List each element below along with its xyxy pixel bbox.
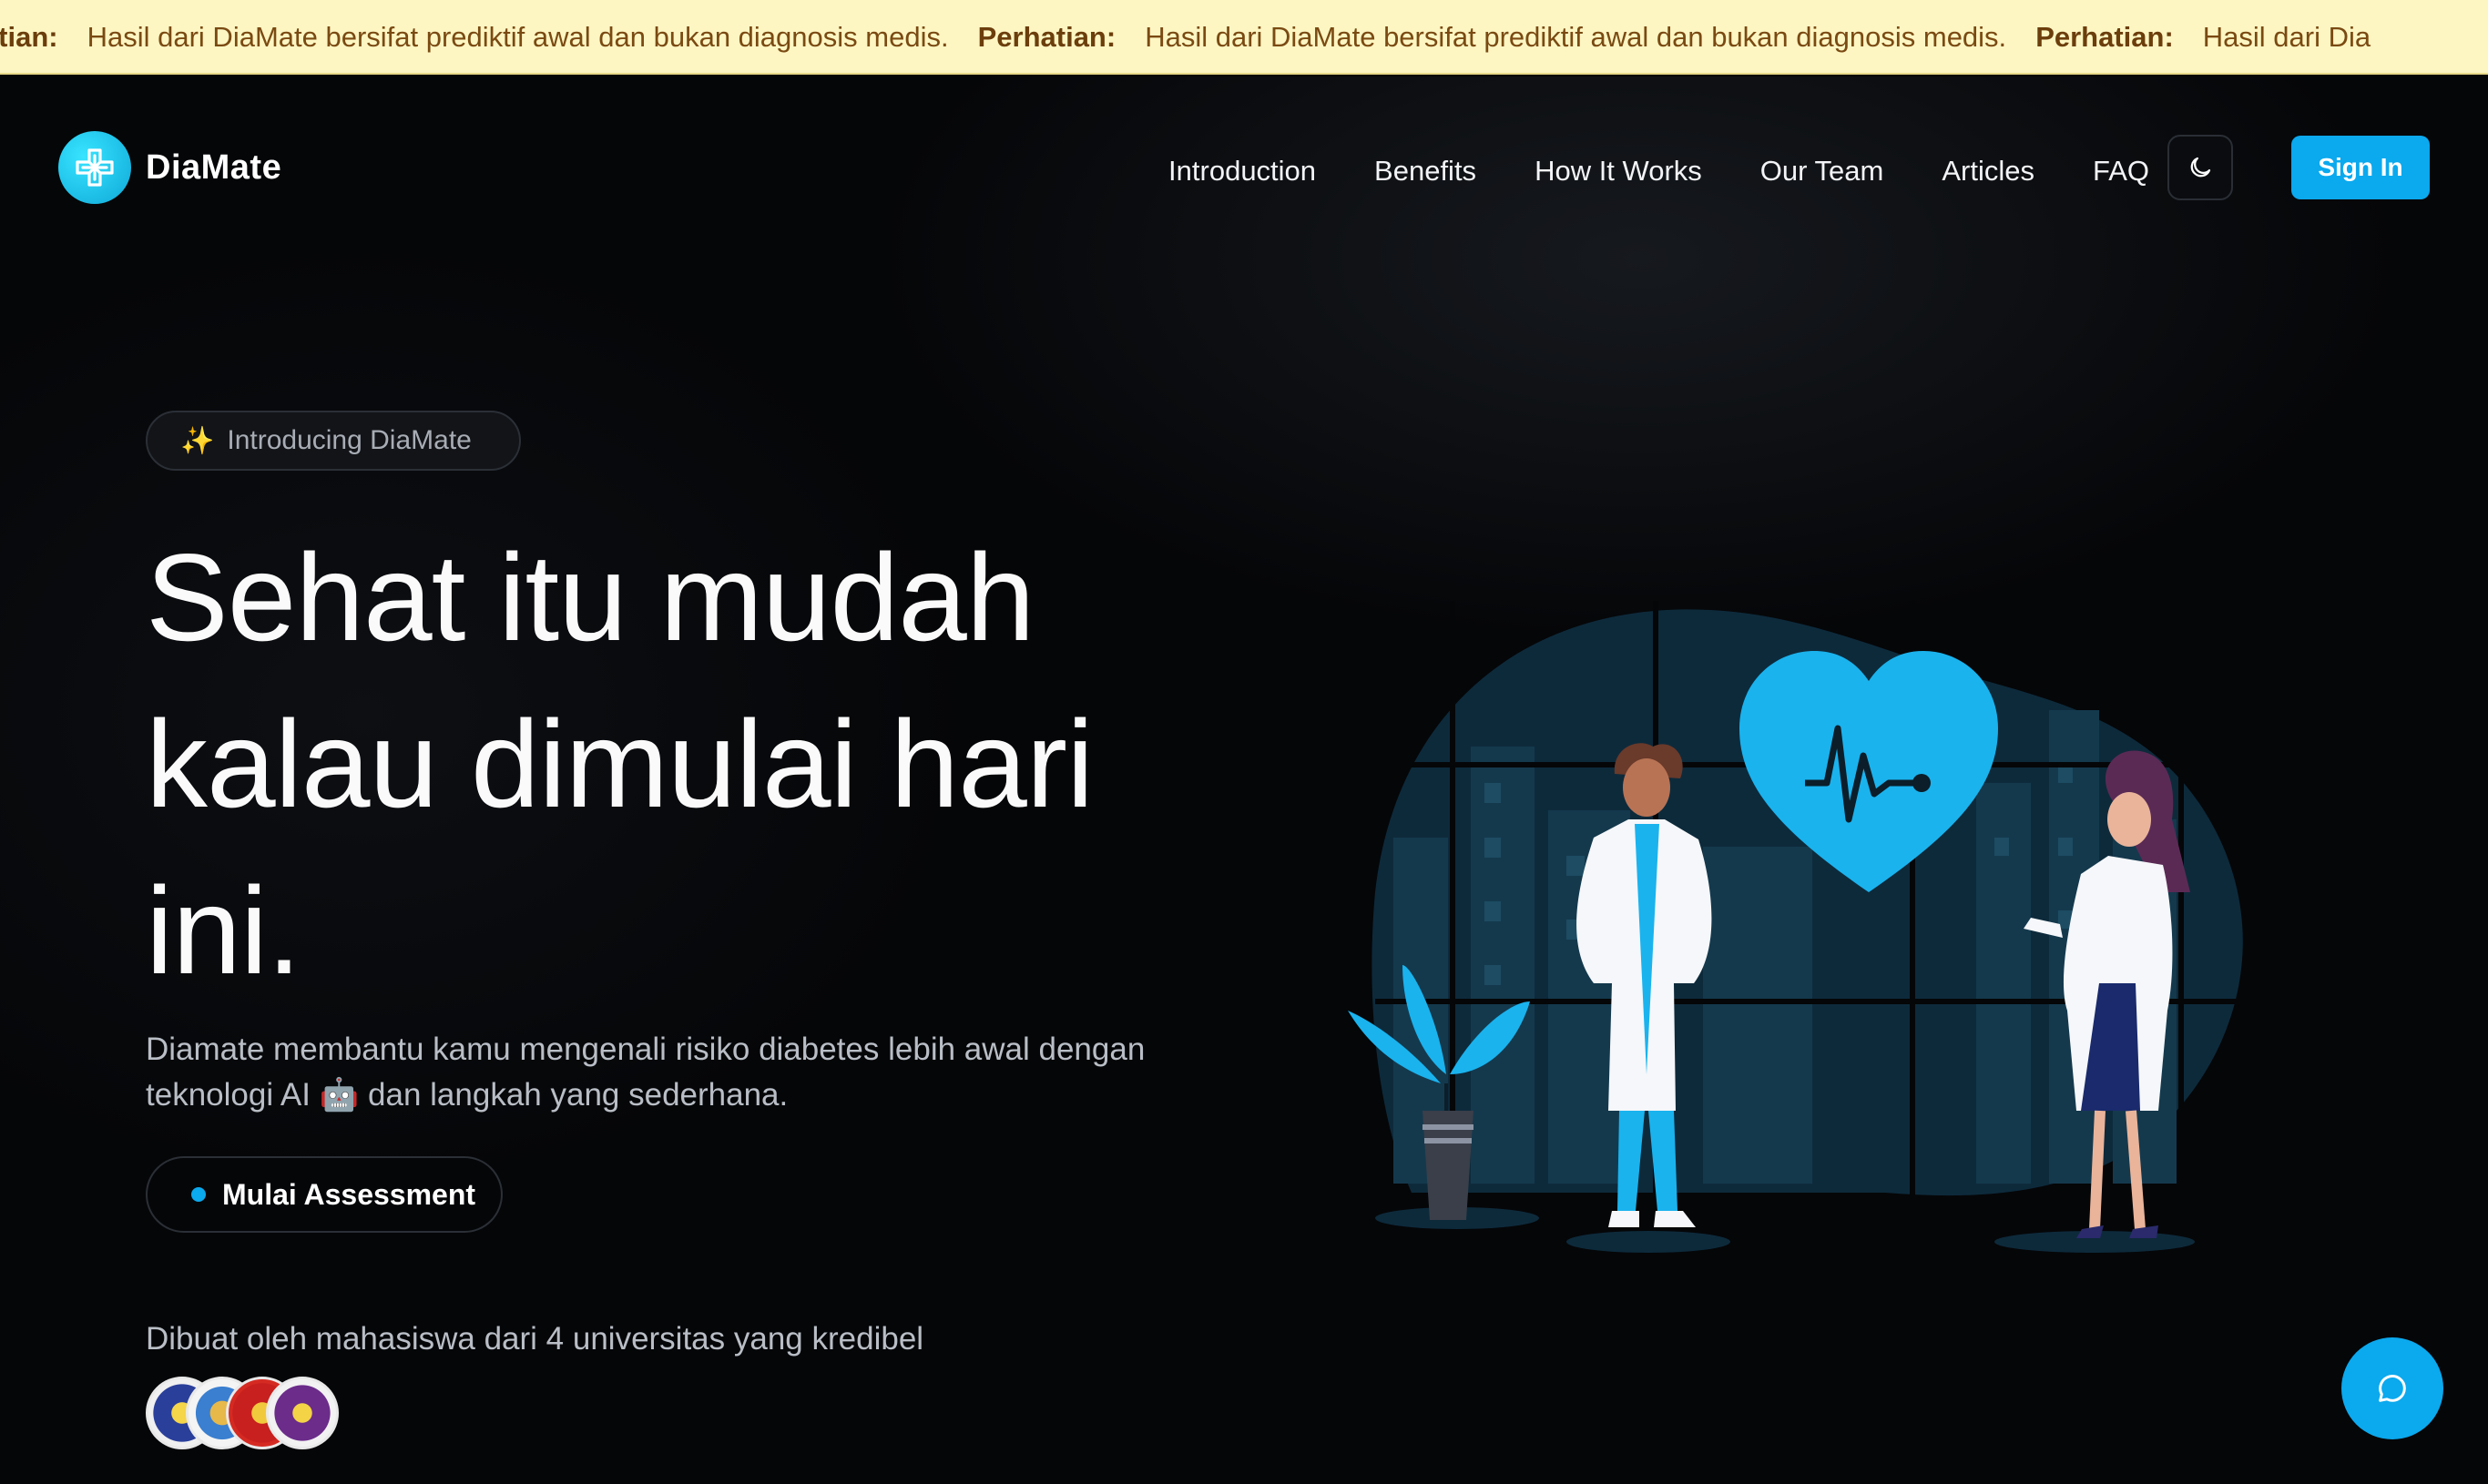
- top-navbar: DiaMate Introduction Benefits How It Wor…: [0, 76, 2488, 259]
- description-text: teknologi AI: [146, 1077, 311, 1113]
- disclaimer-marquee: Perhatian: Hasil dari DiaMate bersifat p…: [0, 0, 2400, 73]
- disclaimer-item: Perhatian: Hasil dari DiaMate bersifat p…: [978, 21, 2007, 54]
- cross-medical-icon: [58, 131, 131, 204]
- intro-badge: ✨ Introducing DiaMate: [146, 411, 521, 471]
- robot-icon: 🤖: [319, 1077, 360, 1113]
- disclaimer-item: Perhatian: Hasil dari Dia: [2035, 21, 2371, 54]
- description-text: dan langkah yang sederhana.: [368, 1077, 789, 1113]
- disclaimer-label: Perhatian:: [2035, 21, 2174, 53]
- intro-badge-label: Introducing DiaMate: [227, 425, 472, 455]
- cta-label: Mulai Assessment: [222, 1177, 476, 1211]
- sign-in-button[interactable]: Sign In: [2291, 136, 2430, 199]
- headline-line: ini.: [146, 861, 301, 1000]
- moon-icon: [2190, 157, 2211, 178]
- chat-bubble-icon: [2379, 1375, 2406, 1402]
- nav-link-how-it-works[interactable]: How It Works: [1535, 155, 1702, 188]
- theme-toggle-button[interactable]: [2167, 135, 2233, 200]
- cta-dot-icon: [191, 1187, 206, 1202]
- chat-button[interactable]: [2341, 1337, 2443, 1439]
- disclaimer-message: Hasil dari DiaMate bersifat prediktif aw…: [87, 21, 949, 53]
- nav-link-benefits[interactable]: Benefits: [1374, 155, 1476, 188]
- brand-name: DiaMate: [146, 147, 282, 187]
- nav-link-our-team[interactable]: Our Team: [1760, 155, 1884, 188]
- disclaimer-banner: Perhatian: Hasil dari DiaMate bersifat p…: [0, 0, 2488, 75]
- hero-description: Diamate membantu kamu mengenali risiko d…: [146, 1027, 1239, 1118]
- disclaimer-item: Perhatian: Hasil dari DiaMate bersifat p…: [0, 21, 949, 54]
- brand-logo[interactable]: DiaMate: [58, 131, 281, 204]
- nav-link-introduction[interactable]: Introduction: [1168, 155, 1316, 188]
- start-assessment-button[interactable]: Mulai Assessment: [146, 1156, 503, 1233]
- nav-links: Introduction Benefits How It Works Our T…: [1168, 155, 2149, 188]
- headline-line: Sehat itu mudah: [146, 528, 1035, 666]
- nav-link-articles[interactable]: Articles: [1942, 155, 2034, 188]
- doctors-illustration: [1348, 601, 2249, 1253]
- disclaimer-label: Perhatian:: [0, 21, 58, 53]
- disclaimer-message: Hasil dari Dia: [2202, 21, 2371, 53]
- sparkles-icon: ✨: [180, 425, 215, 456]
- disclaimer-message: Hasil dari DiaMate bersifat prediktif aw…: [1145, 21, 2007, 53]
- university-logo-4: [266, 1377, 339, 1449]
- description-text: Diamate membantu kamu mengenali risiko d…: [146, 1032, 1146, 1067]
- headline-line: kalau dimulai hari: [146, 695, 1094, 833]
- credibility-text: Dibuat oleh mahasiswa dari 4 universitas…: [146, 1321, 924, 1357]
- nav-link-faq[interactable]: FAQ: [2093, 155, 2149, 188]
- university-logos: [146, 1377, 364, 1449]
- disclaimer-label: Perhatian:: [977, 21, 1117, 53]
- hero-headline: Sehat itu mudah kalau dimulai hari ini.: [146, 514, 1239, 1014]
